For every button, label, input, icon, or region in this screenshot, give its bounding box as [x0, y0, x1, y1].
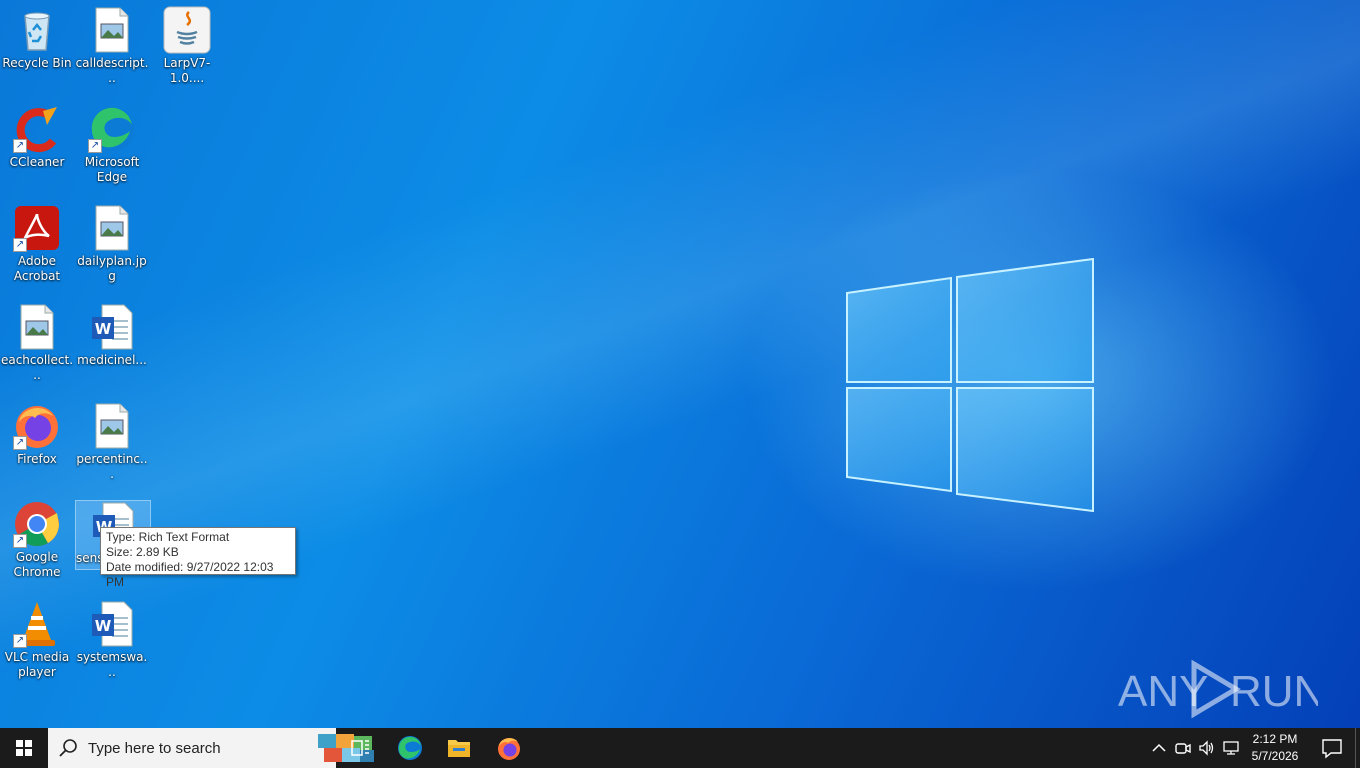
edge-icon	[398, 736, 422, 760]
word-doc-icon: W	[88, 303, 136, 351]
tooltip-type: Type: Rich Text Format	[106, 530, 230, 544]
edge-icon: ↗	[88, 105, 136, 153]
image-file-icon	[88, 6, 136, 54]
icon-label: dailyplan.jpg	[77, 254, 147, 283]
file-info-tooltip: Type: Rich Text Format Size: 2.89 KB Dat…	[100, 527, 296, 589]
light-beam	[0, 0, 1360, 728]
icon-label: Recycle Bin	[2, 56, 72, 70]
volume-icon[interactable]	[1197, 738, 1217, 758]
image-file-icon	[13, 303, 61, 351]
vlc-icon: ↗	[13, 600, 61, 648]
taskbar-edge-button[interactable]	[386, 728, 434, 768]
desktop-icon-recycle-bin[interactable]: Recycle Bin	[0, 6, 74, 71]
icon-label: systemswa...	[76, 650, 148, 679]
icon-label: CCleaner	[9, 155, 65, 169]
icon-label: Adobe Acrobat	[13, 254, 61, 283]
acrobat-icon: ↗	[13, 204, 61, 252]
ccleaner-icon: ↗	[13, 105, 61, 153]
desktop-icon-medicinel[interactable]: W medicinel...	[75, 303, 149, 368]
folder-icon	[448, 740, 470, 757]
desktop-icon-eachcollect[interactable]: eachcollect...	[0, 303, 74, 383]
network-icon[interactable]	[1221, 738, 1241, 758]
meet-now-icon[interactable]	[1173, 738, 1193, 758]
desktop-icon-edge[interactable]: ↗ Microsoft Edge	[75, 105, 149, 185]
start-button[interactable]	[0, 728, 48, 768]
taskbar: Type here to search 2:12 PM 5/7/2026	[0, 728, 1360, 768]
windows-start-icon	[16, 740, 32, 756]
chevron-up-icon[interactable]	[1149, 738, 1169, 758]
search-icon	[59, 739, 77, 757]
icon-label: Firefox	[17, 452, 57, 466]
shortcut-arrow-icon: ↗	[13, 436, 27, 450]
tooltip-size: Size: 2.89 KB	[106, 545, 179, 559]
system-clock[interactable]: 2:12 PM 5/7/2026	[1240, 731, 1310, 765]
action-center-button[interactable]	[1312, 728, 1352, 768]
shortcut-arrow-icon: ↗	[13, 534, 27, 548]
chrome-icon: ↗	[13, 500, 61, 548]
java-icon	[163, 6, 211, 54]
desktop-icon-percentinc[interactable]: percentinc...	[75, 402, 149, 482]
anyrun-watermark: ANY RUN	[1118, 659, 1318, 719]
desktop-icon-ccleaner[interactable]: ↗ CCleaner	[0, 105, 74, 170]
icon-label: eachcollect...	[0, 353, 74, 382]
icon-label: VLC media player	[4, 650, 70, 679]
show-desktop-button[interactable]	[1355, 728, 1360, 768]
windows-wallpaper-logo	[846, 258, 1094, 512]
icon-label: calldescript...	[75, 56, 149, 85]
image-file-icon	[88, 402, 136, 450]
svg-text:W: W	[95, 617, 112, 635]
shortcut-arrow-icon: ↗	[13, 139, 27, 153]
firefox-icon	[498, 738, 520, 760]
desktop-icon-calldescript[interactable]: calldescript...	[75, 6, 149, 86]
svg-text:W: W	[95, 320, 112, 338]
task-view-icon	[351, 740, 369, 756]
icon-label: Microsoft Edge	[84, 155, 140, 184]
desktop-icon-acrobat[interactable]: ↗ Adobe Acrobat	[0, 204, 74, 284]
desktop-icon-firefox[interactable]: ↗ Firefox	[0, 402, 74, 467]
icon-label: Google Chrome	[13, 550, 61, 579]
taskbar-file-explorer-button[interactable]	[435, 728, 483, 768]
desktop-icon-chrome[interactable]: ↗ Google Chrome	[0, 500, 74, 580]
clock-time: 2:12 PM	[1252, 732, 1298, 746]
image-file-icon	[88, 204, 136, 252]
desktop-icon-larpv7[interactable]: LarpV7-1.0....	[150, 6, 224, 86]
icon-label: medicinel...	[77, 353, 147, 367]
search-placeholder: Type here to search	[88, 740, 221, 757]
shortcut-arrow-icon: ↗	[88, 139, 102, 153]
desktop-icon-systemswa[interactable]: W systemswa...	[75, 600, 149, 680]
tooltip-modified: Date modified: 9/27/2022 12:03 PM	[106, 560, 274, 589]
notification-icon	[1322, 739, 1342, 759]
taskbar-search-box[interactable]: Type here to search	[48, 728, 374, 768]
watermark-run: RUN	[1230, 667, 1318, 716]
icon-label: percentinc...	[76, 452, 148, 481]
task-view-button[interactable]	[336, 728, 384, 768]
taskbar-firefox-button[interactable]	[485, 728, 533, 768]
icon-label: LarpV7-1.0....	[163, 56, 211, 85]
desktop-icon-dailyplan[interactable]: dailyplan.jpg	[75, 204, 149, 284]
firefox-icon: ↗	[13, 402, 61, 450]
clock-date: 5/7/2026	[1251, 749, 1299, 763]
desktop: Recycle Bin calldescript... LarpV7-1.0..…	[0, 0, 1360, 728]
desktop-icon-vlc[interactable]: ↗ VLC media player	[0, 600, 74, 680]
word-doc-icon: W	[88, 600, 136, 648]
shortcut-arrow-icon: ↗	[13, 634, 27, 648]
shortcut-arrow-icon: ↗	[13, 238, 27, 252]
recycle-bin-icon	[13, 6, 61, 54]
